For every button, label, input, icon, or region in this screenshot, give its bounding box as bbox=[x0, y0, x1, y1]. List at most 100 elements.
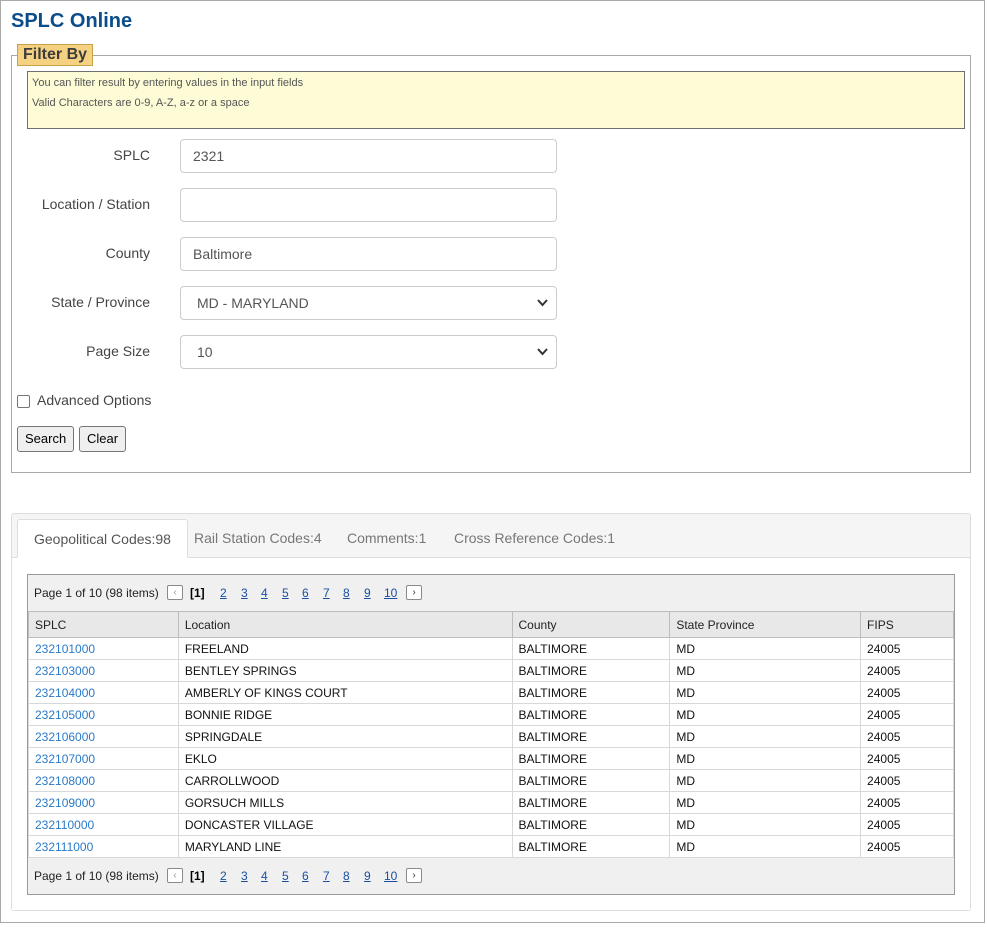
cell-fips: 24005 bbox=[860, 769, 954, 792]
tab-comments[interactable]: Comments:1 bbox=[331, 519, 442, 558]
splc-input[interactable] bbox=[180, 139, 557, 173]
page-size-select[interactable]: 10 bbox=[180, 335, 557, 369]
cell-state: MD bbox=[669, 637, 862, 660]
cell-location: GORSUCH MILLS bbox=[177, 791, 513, 814]
pager-page-link[interactable]: 9 bbox=[364, 869, 371, 883]
pager-page-link[interactable]: 4 bbox=[261, 869, 268, 883]
pager-page-link[interactable]: 8 bbox=[343, 586, 350, 600]
pager-page-link[interactable]: 5 bbox=[282, 586, 289, 600]
splc-link[interactable]: 232101000 bbox=[28, 637, 179, 660]
cell-county: BALTIMORE bbox=[511, 835, 671, 858]
pager-page-link[interactable]: 2 bbox=[220, 869, 227, 883]
cell-fips: 24005 bbox=[860, 835, 954, 858]
chevron-right-icon[interactable]: › bbox=[406, 585, 422, 600]
cell-fips: 24005 bbox=[860, 659, 954, 682]
splc-link[interactable]: 232110000 bbox=[28, 813, 179, 836]
table-header-row: SPLC Location County State Province FIPS bbox=[28, 611, 954, 638]
pager-page-link[interactable]: 4 bbox=[261, 586, 268, 600]
pager-page-link[interactable]: 9 bbox=[364, 586, 371, 600]
cell-fips: 24005 bbox=[860, 681, 954, 704]
column-header[interactable]: State Province bbox=[669, 611, 862, 638]
pager-page-link[interactable]: 5 bbox=[282, 869, 289, 883]
info-line: Valid Characters are 0-9, A-Z, a-z or a … bbox=[32, 97, 250, 109]
filter-info-box: You can filter result by entering values… bbox=[27, 71, 965, 129]
table-row: 232105000 BONNIE RIDGE BALTIMORE MD 24005 bbox=[28, 703, 954, 726]
pager-page-link[interactable]: 3 bbox=[241, 586, 248, 600]
pager-page-link[interactable]: 10 bbox=[384, 586, 397, 600]
cell-location: CARROLLWOOD bbox=[177, 769, 513, 792]
pager-page-link[interactable]: 6 bbox=[302, 586, 309, 600]
page-size-label: Page Size bbox=[86, 343, 150, 359]
tab-geopolitical-codes[interactable]: Geopolitical Codes:98 bbox=[17, 519, 188, 558]
cell-state: MD bbox=[669, 747, 862, 770]
column-header[interactable]: County bbox=[511, 611, 671, 638]
location-input[interactable] bbox=[180, 188, 557, 222]
pager-info: Page 1 of 10 (98 items) bbox=[34, 586, 159, 600]
column-header[interactable]: Location bbox=[177, 611, 513, 638]
page-size-selected-value: 10 bbox=[197, 344, 213, 360]
cell-location: MARYLAND LINE bbox=[177, 835, 513, 858]
cell-state: MD bbox=[669, 813, 862, 836]
splc-link[interactable]: 232106000 bbox=[28, 725, 179, 748]
cell-location: BONNIE RIDGE bbox=[177, 703, 513, 726]
state-label: State / Province bbox=[51, 294, 150, 310]
advanced-options-label[interactable]: Advanced Options bbox=[37, 392, 151, 408]
advanced-options-checkbox[interactable] bbox=[17, 395, 30, 408]
table-row: 232104000 AMBERLY OF KINGS COURT BALTIMORE… bbox=[28, 681, 954, 704]
cell-fips: 24005 bbox=[860, 791, 954, 814]
cell-county: BALTIMORE bbox=[511, 791, 671, 814]
splc-link[interactable]: 232105000 bbox=[28, 703, 179, 726]
clear-button[interactable]: Clear bbox=[79, 426, 127, 452]
pager-info: Page 1 of 10 (98 items) bbox=[34, 869, 159, 883]
county-input[interactable] bbox=[180, 237, 557, 271]
cell-state: MD bbox=[669, 725, 862, 748]
cell-state: MD bbox=[669, 835, 862, 858]
cell-state: MD bbox=[669, 791, 862, 814]
cell-location: EKLO bbox=[177, 747, 513, 770]
cell-fips: 24005 bbox=[860, 747, 954, 770]
pager-page-link[interactable]: 6 bbox=[302, 869, 309, 883]
splc-link[interactable]: 232104000 bbox=[28, 681, 179, 704]
pager-bottom: Page 1 of 10 (98 items) ‹ [1] 2 3 4 5 6 … bbox=[28, 858, 954, 894]
splc-link[interactable]: 232109000 bbox=[28, 791, 179, 814]
chevron-left-icon[interactable]: ‹ bbox=[167, 868, 183, 883]
splc-link[interactable]: 232103000 bbox=[28, 659, 179, 682]
column-header[interactable]: FIPS bbox=[860, 611, 954, 638]
tab-cross-reference-codes[interactable]: Cross Reference Codes:1 bbox=[438, 519, 631, 558]
table-row: 232108000 CARROLLWOOD BALTIMORE MD 24005 bbox=[28, 769, 954, 792]
chevron-down-icon bbox=[537, 336, 548, 380]
state-select[interactable]: MD - MARYLAND bbox=[180, 286, 557, 320]
cell-county: BALTIMORE bbox=[511, 747, 671, 770]
splc-link[interactable]: 232107000 bbox=[28, 747, 179, 770]
pager-page-link[interactable]: 3 bbox=[241, 869, 248, 883]
chevron-left-icon[interactable]: ‹ bbox=[167, 585, 183, 600]
cell-state: MD bbox=[669, 703, 862, 726]
table-row: 232107000 EKLO BALTIMORE MD 24005 bbox=[28, 747, 954, 770]
pager-page-link[interactable]: 7 bbox=[323, 586, 330, 600]
cell-location: SPRINGDALE bbox=[177, 725, 513, 748]
chevron-right-icon[interactable]: › bbox=[406, 868, 422, 883]
cell-county: BALTIMORE bbox=[511, 703, 671, 726]
cell-location: DONCASTER VILLAGE bbox=[177, 813, 513, 836]
cell-fips: 24005 bbox=[860, 703, 954, 726]
cell-county: BALTIMORE bbox=[511, 659, 671, 682]
pager-page-link[interactable]: 10 bbox=[384, 869, 397, 883]
pager-page-link[interactable]: 7 bbox=[323, 869, 330, 883]
table-row: 232103000 BENTLEY SPRINGS BALTIMORE MD 24005 bbox=[28, 659, 954, 682]
table-row: 232106000 SPRINGDALE BALTIMORE MD 24005 bbox=[28, 725, 954, 748]
pager-page-link[interactable]: 2 bbox=[220, 586, 227, 600]
column-header[interactable]: SPLC bbox=[28, 611, 179, 638]
splc-link[interactable]: 232108000 bbox=[28, 769, 179, 792]
cell-county: BALTIMORE bbox=[511, 637, 671, 660]
tab-rail-station-codes[interactable]: Rail Station Codes:4 bbox=[178, 519, 338, 558]
search-button[interactable]: Search bbox=[17, 426, 75, 452]
cell-county: BALTIMORE bbox=[511, 813, 671, 836]
cell-county: BALTIMORE bbox=[511, 681, 671, 704]
pager-current-page: [1] bbox=[190, 586, 205, 600]
cell-county: BALTIMORE bbox=[511, 725, 671, 748]
pager-page-link[interactable]: 8 bbox=[343, 869, 350, 883]
splc-link[interactable]: 232111000 bbox=[28, 835, 179, 858]
table-row: 232109000 GORSUCH MILLS BALTIMORE MD 24005 bbox=[28, 791, 954, 814]
pager-top: Page 1 of 10 (98 items) ‹ [1] 2 3 4 5 6 … bbox=[28, 575, 954, 611]
filter-legend: Filter By bbox=[17, 44, 94, 66]
